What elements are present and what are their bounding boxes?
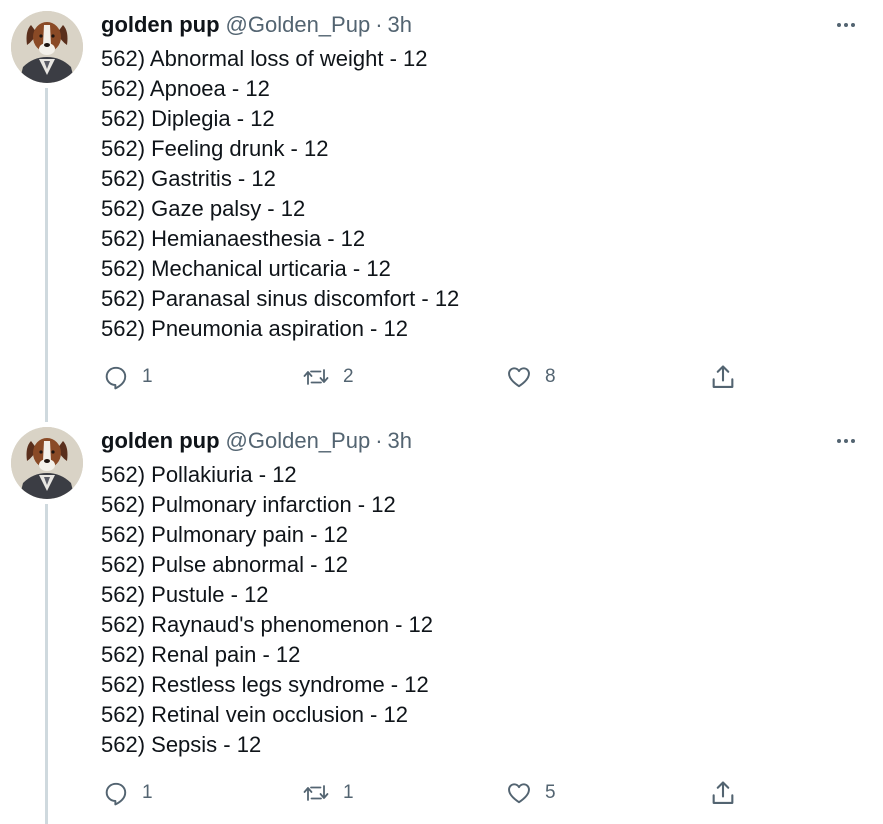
avatar[interactable] [11, 427, 83, 499]
reply-icon [105, 782, 127, 806]
tweet-actions: 1 1 5 [0, 778, 883, 808]
retweet-icon [303, 369, 329, 385]
avatar-image [11, 11, 83, 83]
tweet-line: 562) Pulmonary infarction - 12 [101, 492, 396, 517]
retweet-button[interactable]: 2 [302, 362, 354, 392]
reply-count: 1 [142, 782, 153, 803]
reply-button[interactable]: 1 [103, 362, 153, 392]
tweet-line: 562) Hemianaesthesia - 12 [101, 226, 366, 251]
more-icon[interactable] [832, 14, 860, 36]
retweet-count: 2 [343, 366, 354, 387]
tweet-header: golden pup @Golden_Pup · 3h [101, 426, 412, 456]
tweet-line: 562) Diplegia - 12 [101, 106, 275, 131]
retweet-icon [303, 785, 329, 801]
tweet-line: 562) Apnoea - 12 [101, 76, 270, 101]
tweet-actions: 1 2 8 [0, 362, 883, 392]
tweet[interactable]: golden pup @Golden_Pup · 3h 562) Pollaki… [0, 416, 883, 824]
tweet-line: 562) Sepsis - 12 [101, 732, 262, 757]
timestamp[interactable]: 3h [388, 428, 412, 454]
display-name[interactable]: golden pup [101, 12, 220, 38]
tweet-line: 562) Pulse abnormal - 12 [101, 552, 349, 577]
tweet-line: 562) Pustule - 12 [101, 582, 269, 607]
reply-button[interactable]: 1 [103, 778, 153, 808]
share-icon [712, 365, 734, 388]
like-button[interactable]: 8 [506, 362, 556, 392]
tweet-line: 562) Abnormal loss of weight - 12 [101, 46, 428, 71]
tweet-header: golden pup @Golden_Pup · 3h [101, 10, 412, 40]
tweet-line: 562) Gastritis - 12 [101, 166, 276, 191]
separator-dot: · [375, 12, 383, 37]
avatar[interactable] [11, 11, 83, 83]
tweet-line: 562) Pulmonary pain - 12 [101, 522, 349, 547]
like-count: 5 [545, 782, 556, 803]
tweet-line: 562) Mechanical urticaria - 12 [101, 256, 391, 281]
like-icon [508, 367, 530, 388]
share-icon [712, 781, 734, 804]
tweet-line: 562) Raynaud's phenomenon - 12 [101, 612, 433, 637]
tweet-line: 562) Paranasal sinus discomfort - 12 [101, 286, 460, 311]
tweet[interactable]: golden pup @Golden_Pup · 3h 562) Abnorma… [0, 0, 883, 422]
tweet-line: 562) Pollakiuria - 12 [101, 462, 297, 487]
reply-icon [105, 366, 127, 390]
share-button[interactable] [709, 362, 737, 392]
tweet-line: 562) Feeling drunk - 12 [101, 136, 329, 161]
display-name[interactable]: golden pup [101, 428, 220, 454]
separator-dot: · [375, 428, 383, 453]
like-count: 8 [545, 366, 556, 387]
avatar-image [11, 427, 83, 499]
tweet-line: 562) Pneumonia aspiration - 12 [101, 316, 408, 341]
user-handle[interactable]: @Golden_Pup [226, 12, 371, 38]
retweet-button[interactable]: 1 [302, 778, 354, 808]
share-button[interactable] [709, 778, 737, 808]
tweet-line: 562) Renal pain - 12 [101, 642, 301, 667]
tweet-text: 562) Pollakiuria - 12 562) Pulmonary inf… [101, 460, 433, 760]
like-icon [508, 783, 530, 804]
tweet-text: 562) Abnormal loss of weight - 12 562) A… [101, 44, 459, 344]
timestamp[interactable]: 3h [388, 12, 412, 38]
like-button[interactable]: 5 [506, 778, 556, 808]
thread-line [45, 504, 48, 824]
tweet-line: 562) Gaze palsy - 12 [101, 196, 306, 221]
more-icon[interactable] [832, 430, 860, 452]
tweet-line: 562) Retinal vein occlusion - 12 [101, 702, 408, 727]
user-handle[interactable]: @Golden_Pup [226, 428, 371, 454]
reply-count: 1 [142, 366, 153, 387]
tweet-line: 562) Restless legs syndrome - 12 [101, 672, 429, 697]
retweet-count: 1 [343, 782, 354, 803]
